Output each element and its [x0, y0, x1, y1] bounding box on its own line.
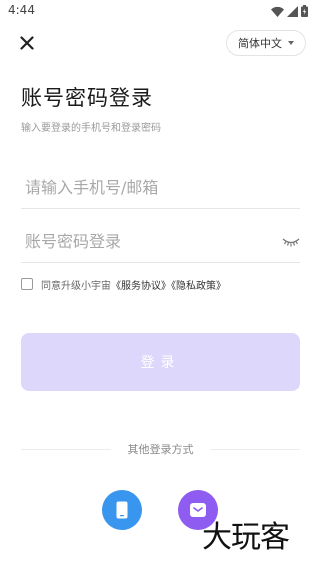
- agreement-text: 同意升级小宇宙: [41, 280, 111, 292]
- status-time: 4:44: [8, 3, 35, 17]
- account-input[interactable]: [21, 168, 275, 206]
- eye-closed-icon[interactable]: [282, 236, 300, 248]
- other-login-methods: 其他登录方式: [21, 441, 300, 457]
- status-bar: 4:44: [0, 0, 320, 22]
- close-button[interactable]: [14, 30, 40, 56]
- password-field: [21, 222, 300, 263]
- caret-down-icon: [288, 41, 294, 45]
- language-selector[interactable]: 简体中文: [226, 30, 306, 56]
- divider-right: [210, 449, 300, 450]
- agreement-row: 同意升级小宇宙《服务协议》《隐私政策》: [21, 276, 226, 292]
- cellular-signal-icon: [287, 5, 298, 17]
- login-button[interactable]: 登录: [21, 333, 300, 391]
- language-label: 简体中文: [238, 37, 282, 50]
- wifi-icon: [271, 6, 284, 17]
- account-field: [21, 168, 300, 209]
- service-agreement-link[interactable]: 《服务协议》: [111, 281, 171, 292]
- agreement-checkbox[interactable]: [21, 278, 33, 290]
- page-title: 账号密码登录: [21, 86, 153, 110]
- password-input[interactable]: [21, 222, 275, 260]
- watermark-logo: 大玩客: [202, 520, 290, 555]
- close-icon: [20, 36, 34, 50]
- mobile-phone-icon: [116, 501, 128, 519]
- page-subtitle: 输入要登录的手机号和登录密码: [21, 123, 161, 134]
- status-icons: [271, 4, 308, 18]
- battery-icon: [301, 5, 308, 17]
- phone-login-button[interactable]: [102, 490, 142, 530]
- privacy-policy-link[interactable]: 《隐私政策》: [171, 281, 226, 292]
